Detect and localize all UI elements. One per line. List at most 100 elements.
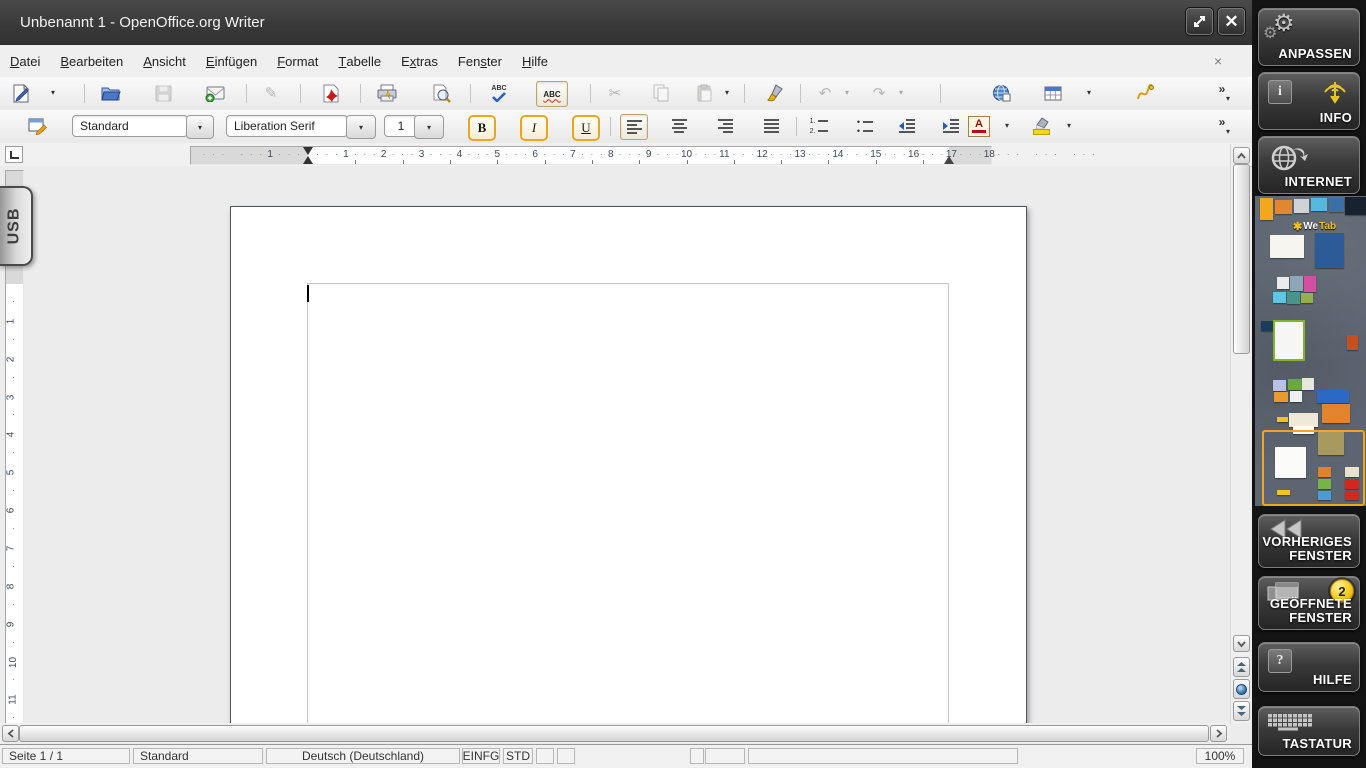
sidebar-button-anpassen[interactable]: ⚙ ⚙ ANPASSEN [1258,8,1360,66]
previous-page-button[interactable] [1233,657,1250,677]
sidebar-button-info[interactable]: i INFO [1258,72,1360,130]
sidebar-button-internet[interactable]: INTERNET [1258,136,1360,194]
toolbar-overflow-button[interactable]: » ▾ [1214,80,1230,107]
format-paintbrush-button[interactable] [762,81,788,105]
undo-dropdown[interactable]: ▾ [840,81,854,105]
ruler-tick: · [978,149,982,159]
bullet-list-button[interactable]: • • [852,114,878,138]
spellcheck-button[interactable]: ABC [486,81,512,105]
menu-item-format[interactable]: Format [267,48,328,74]
status-selection-mode-cell[interactable]: STD [503,748,533,764]
highlight-dropdown[interactable]: ▾ [1062,114,1076,138]
export-pdf-button[interactable] [318,81,344,105]
increase-indent-button[interactable] [938,114,964,138]
status-zoom-cell[interactable]: 100% [1196,748,1244,764]
new-document-button[interactable] [8,81,34,105]
menu-item-datei[interactable]: Datei [0,48,50,74]
underline-button[interactable]: U [572,115,600,141]
toolbar-separator [940,84,941,103]
window-thumbnail [1261,321,1276,331]
scroll-left-button[interactable] [2,725,19,742]
menu-item-ansicht[interactable]: Ansicht [133,48,196,74]
paste-button[interactable] [692,81,718,105]
status-insert-mode-cell[interactable]: EINFG [462,748,500,764]
scroll-right-button[interactable] [1210,725,1227,742]
status-style-cell[interactable]: Standard [133,748,263,764]
font-name-dropdown[interactable]: ▾ [346,115,376,139]
scroll-down-button[interactable] [1233,635,1250,652]
menu-item-tabelle[interactable]: Tabelle [328,48,391,74]
edit-file-button[interactable]: ✎ [258,81,284,105]
usb-tab[interactable]: USB [0,186,33,266]
paragraph-style-dropdown[interactable]: ▾ [186,115,214,139]
font-color-dropdown[interactable]: ▾ [1000,114,1014,138]
font-name-combobox[interactable]: Liberation Serif [226,115,348,137]
font-color-button[interactable]: A [966,114,992,138]
paragraph-style-combobox[interactable]: Standard [72,115,188,137]
insert-table-dropdown[interactable]: ▾ [1082,81,1096,105]
redo-dropdown[interactable]: ▾ [894,81,908,105]
ruler-tick: · [12,371,15,382]
document-page[interactable] [230,206,1027,723]
justify-button[interactable] [758,114,784,138]
navigation-dot-button[interactable] [1233,679,1250,699]
bold-button[interactable]: B [468,115,496,141]
horizontal-scrollbar[interactable] [0,723,1230,742]
italic-button[interactable]: I [520,115,548,141]
autospellcheck-button[interactable]: ABC [536,81,568,107]
horizontal-scroll-thumb[interactable] [19,725,1209,742]
menu-item-extras[interactable]: Ex tras [391,48,448,74]
highlight-button[interactable] [1028,114,1054,138]
draw-functions-button[interactable] [1132,81,1158,105]
undo-button[interactable]: ↶ [812,81,838,105]
default-tab-stop [355,160,357,164]
menu-item-einfgen[interactable]: Einfügen [196,48,267,74]
font-size-dropdown[interactable]: ▾ [414,115,444,139]
maximize-button[interactable] [1185,7,1214,36]
copy-button[interactable] [648,81,674,105]
sidebar-button-hilfe[interactable]: ? HILFE [1258,642,1360,692]
align-center-button[interactable] [666,114,692,138]
sidebar-button-tastatur[interactable]: TASTATUR [1258,706,1360,756]
save-button[interactable] [150,81,176,105]
ruler-tick: · [713,149,717,159]
menu-item-fenster[interactable]: Fen s ter [448,48,512,74]
minimap-viewport-indicator[interactable] [1262,430,1365,506]
ruler-number: 11 [719,149,730,160]
scroll-up-button[interactable] [1233,147,1250,164]
align-left-button[interactable] [620,114,648,140]
first-line-indent-marker[interactable] [303,147,313,155]
print-button[interactable] [374,81,400,105]
cut-button[interactable]: ✂ [602,81,628,105]
menu-item-hilfe[interactable]: Hilfe [512,48,558,74]
vertical-scrollbar[interactable] [1230,144,1250,724]
sidebar-button-geoeffnete-fenster[interactable]: 2 GEÖFFNETE FENSTER [1258,576,1360,630]
status-page-cell[interactable]: Seite 1 / 1 [2,748,130,764]
vertical-scroll-thumb[interactable] [1233,164,1250,354]
insert-table-button[interactable] [1040,81,1066,105]
numbered-list-button[interactable]: 1. 2. [806,114,832,138]
email-button[interactable] [202,81,228,105]
status-language-cell[interactable]: Deutsch (Deutschland) [266,748,460,764]
close-window-button[interactable]: ✕ [1217,7,1246,36]
paste-dropdown[interactable]: ▾ [720,81,734,105]
menu-item-bearbeiten[interactable]: Bearbeiten [50,48,133,74]
toolbar-overflow-button[interactable]: » ▾ [1214,113,1230,140]
decrease-indent-button[interactable] [894,114,920,138]
align-right-button[interactable] [712,114,738,138]
tab-type-selector[interactable] [5,146,23,163]
desktop-minimap[interactable]: ✱ We Tab [1255,196,1366,506]
next-page-button[interactable] [1233,701,1250,721]
right-indent-marker[interactable] [944,156,954,164]
new-document-dropdown[interactable]: ▾ [46,81,60,105]
hyperlink-button[interactable] [988,81,1014,105]
document-close-button[interactable]: × [1214,45,1222,77]
styles-button[interactable] [24,114,50,138]
redo-button[interactable]: ↷ [866,81,892,105]
open-button[interactable] [98,81,124,105]
sidebar-button-vorheriges-fenster[interactable]: VORHERIGES FENSTER [1258,514,1360,568]
font-size-combobox[interactable]: 1 [384,115,418,137]
left-indent-marker[interactable] [303,156,313,164]
horizontal-ruler[interactable]: 1 2 3 4 5 6 7 8 9 10 11 12 13 14 15 16 17 18 1 · · · · · · · · · · · ·… [190,146,1095,165]
page-preview-button[interactable] [428,81,454,105]
